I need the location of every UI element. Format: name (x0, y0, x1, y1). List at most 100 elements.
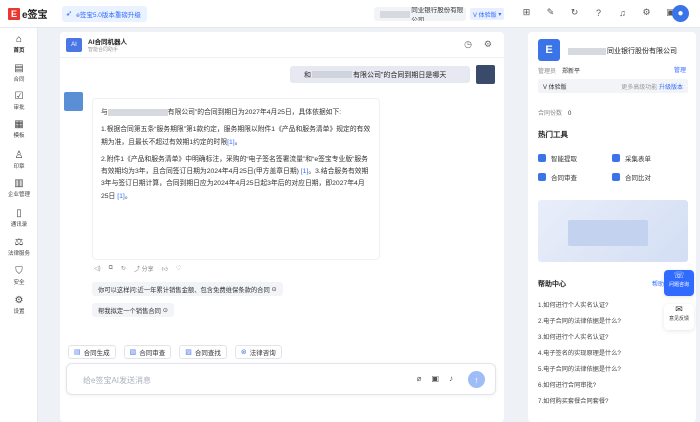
quick-action-generate[interactable]: ▤ 合同生成 (68, 345, 116, 359)
thumbs-down-icon[interactable]: ♡ (176, 265, 181, 272)
version-badge[interactable]: V 体验版 ▾ (470, 8, 505, 20)
message-input[interactable]: 给e签宝AI发送消息 (83, 375, 151, 386)
help-item[interactable]: 2.电子合同的法律依据是什么? (538, 316, 621, 325)
attachment-icon[interactable]: ⌀ (417, 374, 422, 383)
answer-text: 。 (124, 192, 132, 200)
nav-item-seal[interactable]: ♙ 印章 (0, 150, 38, 170)
doc-review-icon: ▧ (129, 349, 137, 356)
nav-item-contacts[interactable]: ▯ 通讯录 (0, 208, 38, 228)
company-name: 同业银行股份有限公司 (568, 46, 677, 56)
reference-link[interactable]: [1] (117, 193, 125, 200)
help-item[interactable]: 4.电子签名的实现原理是什么? (538, 348, 621, 357)
user-avatar[interactable]: ● (672, 5, 689, 22)
user-message-prefix: 和 (304, 71, 311, 79)
quick-action-search[interactable]: ▨ 合同查找 (179, 345, 227, 359)
settings-icon[interactable]: ⚙ (484, 39, 492, 50)
help-item[interactable]: 3.如何进行个人实名认证? (538, 332, 608, 341)
settings-icon[interactable]: ⚙ (640, 6, 653, 19)
org-chart-icon[interactable]: ⊞ (520, 6, 533, 19)
nav-item-enterprise[interactable]: ▥ 企业管理 (0, 178, 38, 198)
tool-label: 采集表单 (625, 156, 651, 163)
plan-box: V 体验版 更多高级功能 升级版本 (538, 79, 688, 93)
tool-label: 智能提取 (551, 156, 577, 163)
help-icon[interactable]: ? (592, 6, 605, 19)
quick-action-review[interactable]: ▧ 合同审查 (123, 345, 172, 359)
robot-icon: AI (66, 37, 82, 52)
tool-smart-extract[interactable]: 智能提取 (538, 153, 577, 163)
company-name-suffix: 同业银行股份有限公司 (411, 7, 464, 21)
help-item[interactable]: 7.如何购买套餐合同套餐? (538, 396, 608, 405)
nav-item-law[interactable]: ⚖ 法律服务 (0, 237, 38, 257)
history-icon[interactable]: ◷ (464, 39, 472, 50)
promo-banner-image[interactable] (538, 200, 688, 262)
tool-compare[interactable]: 合同比对 (612, 172, 651, 182)
help-item[interactable]: 5.电子合同的法律依据是什么? (538, 364, 621, 373)
suggestion-chip[interactable]: 帮我拟定一个销售合同 ⊙ (92, 303, 174, 317)
nav-label: 模板 (13, 133, 25, 139)
quick-action-label: 合同查找 (194, 350, 221, 357)
send-button[interactable]: ↑ (468, 371, 485, 388)
nav-label: 安全 (13, 280, 25, 286)
redacted-company-name (568, 47, 606, 55)
upgrade-promo-banner[interactable]: ➶ e签宝5.0版本重磅升级 (61, 5, 147, 22)
answer-actions: ◁) ⧉ ↻ ⤴ 分享 👍︎ ♡ (94, 264, 181, 273)
help-item[interactable]: 1.如何进行个人实名认证? (538, 300, 608, 309)
version-badge-label: V 体验版 (473, 12, 497, 19)
tool-review[interactable]: 合同审查 (538, 172, 577, 182)
tool-form[interactable]: 采集表单 (612, 153, 651, 163)
balance-label: 合同份数 (538, 111, 563, 117)
user-message-suffix: 有限公司”的合同到期日是哪天 (353, 71, 447, 79)
thumbs-up-icon[interactable]: 👍︎ (162, 265, 168, 273)
feedback-float-button[interactable]: ✉ 意见反馈 (664, 304, 694, 330)
nav-item-approve[interactable]: ☑ 审批 (0, 91, 38, 111)
nav-item-security[interactable]: ⛉ 安全 (0, 266, 38, 286)
bot-header: AI AI合同机器人 智能合同助手 ◷ ⚙ (60, 32, 504, 58)
share-label: 分享 (141, 267, 154, 273)
logo-text: e签宝 (22, 10, 48, 21)
edit-icon[interactable]: ✎ (544, 6, 557, 19)
copy-icon[interactable]: ⧉ (109, 265, 113, 272)
feedback-label: 意见反馈 (668, 316, 689, 322)
nav-label: 法律服务 (7, 251, 30, 257)
nav-label: 企业管理 (7, 192, 30, 198)
manage-link[interactable]: 管理 (674, 65, 686, 74)
nav-item-home[interactable]: ⌂ 首页 (0, 34, 38, 54)
notification-icon[interactable]: ♫ (616, 6, 629, 19)
company-switcher[interactable]: 同业银行股份有限公司 (374, 7, 466, 21)
help-more-link[interactable]: 帮助 (652, 279, 664, 288)
nav-item-template[interactable]: ▦ 模板 (0, 119, 38, 139)
reference-link[interactable]: [1] (227, 139, 235, 146)
help-item[interactable]: 6.如何进行合同审批? (538, 380, 596, 389)
admin-row: 管理员 郑新平 (538, 66, 580, 75)
company-logo: E (538, 39, 560, 61)
nav-item-settings[interactable]: ⚙ 设置 (0, 295, 38, 315)
speaker-icon[interactable]: ◁) (94, 265, 101, 272)
template-icon: ▦ (14, 119, 24, 130)
quick-action-label: 法律咨询 (249, 350, 276, 357)
user-avatar (476, 65, 495, 84)
security-icon: ⛉ (15, 266, 23, 277)
arrow-right-icon: ⊙ (162, 306, 168, 314)
admin-name: 郑新平 (562, 69, 581, 75)
nav-item-contract[interactable]: ▤ 合同 (0, 63, 38, 83)
message-composer[interactable]: 给e签宝AI发送消息 ⌀ ▣ ♪ ↑ (66, 363, 496, 395)
microphone-icon[interactable]: ♪ (449, 374, 453, 383)
contact-float-button[interactable]: ☏ 问题咨询 (664, 270, 694, 296)
balance-row: 合同份数 0 (538, 108, 571, 117)
app-logo[interactable]: E e签宝 (8, 6, 48, 21)
suggestion-chip[interactable]: 你可以这样问:近一年累计销售金额、包含免费维保条款的合同 ⊙ (92, 282, 283, 296)
refresh-icon[interactable]: ↻ (121, 265, 126, 272)
image-icon[interactable]: ▣ (431, 374, 439, 383)
feedback-icon: ✉ (675, 304, 683, 314)
approve-icon: ☑ (14, 91, 24, 102)
quick-action-law[interactable]: ⊛ 法律咨询 (234, 345, 282, 359)
share-button[interactable]: ⤴ 分享 (134, 264, 154, 273)
suggestion-text: 你可以这样问:近一年累计销售金额、包含免费维保条款的合同 (98, 286, 270, 294)
nav-label: 通讯录 (10, 222, 28, 228)
nav-label: 审批 (13, 105, 25, 111)
extract-icon (538, 154, 546, 162)
refresh-icon[interactable]: ↻ (568, 6, 581, 19)
upgrade-link[interactable]: 升级版本 (659, 85, 683, 91)
law-icon: ⚖ (14, 237, 24, 248)
form-icon (612, 154, 620, 162)
